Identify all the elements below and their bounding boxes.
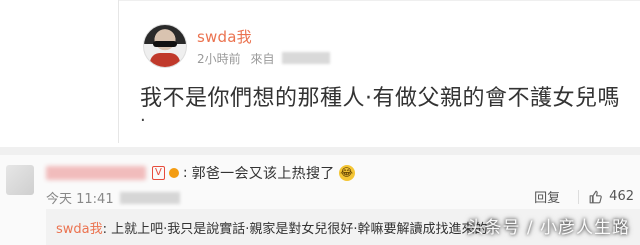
weibo-post-card: swda我 2小時前 來自 我不是你們想的那種人·有做父親的會不護女兒嗎 · — [118, 0, 640, 143]
comment-time: 今天 11:41 — [46, 192, 114, 207]
reply-username[interactable]: swda我 — [56, 222, 103, 237]
post-time: 2小時前 — [197, 52, 241, 66]
actions-separator — [578, 189, 580, 204]
verified-badge: V — [152, 166, 165, 180]
post-dot: · — [140, 110, 146, 131]
post-meta: 2小時前 來自 — [197, 50, 331, 67]
comment-header: V : 郭爸一会又该上热搜了 😂 — [46, 161, 355, 185]
comment-text: 郭爸一会又该上热搜了 — [191, 166, 335, 182]
comment-time-redacted — [119, 191, 180, 204]
comment-colon: : — [182, 165, 188, 181]
post-source-label: 來自 — [250, 52, 275, 66]
post-username[interactable]: swda我 — [197, 26, 252, 47]
comment-avatar[interactable] — [6, 165, 34, 195]
comment-username-redacted[interactable] — [46, 166, 146, 180]
laugh-emoji-icon: 😂 — [338, 165, 355, 181]
reply-colon: : — [102, 222, 108, 237]
reply-text: 上就上吧·我只是說實話·親家是對女兒很好·幹嘛要解讀成找進來的 — [111, 222, 488, 237]
avatar-glasses — [153, 41, 177, 47]
post-text: 我不是你們想的那種人·有做父親的會不護女兒嗎 — [140, 86, 620, 111]
post-avatar[interactable] — [143, 24, 187, 68]
comment-time-row: 今天 11:41 — [46, 188, 180, 207]
top-divider — [119, 0, 640, 1]
watermark: 头条号 / 小彦人生路 — [466, 218, 630, 238]
reply-button[interactable]: 回复 — [534, 187, 560, 206]
comment-actions: 回复 462 — [534, 187, 634, 206]
member-badge-icon — [168, 168, 179, 178]
avatar-shirt — [150, 53, 180, 67]
thumbs-up-icon[interactable] — [589, 190, 603, 204]
post-source-redacted — [282, 52, 331, 64]
like-count: 462 — [609, 189, 634, 204]
nested-reply-line: swda我: 上就上吧·我只是說實話·親家是對女兒很好·幹嘛要解讀成找進來的 — [56, 218, 488, 237]
section-divider — [0, 147, 640, 155]
